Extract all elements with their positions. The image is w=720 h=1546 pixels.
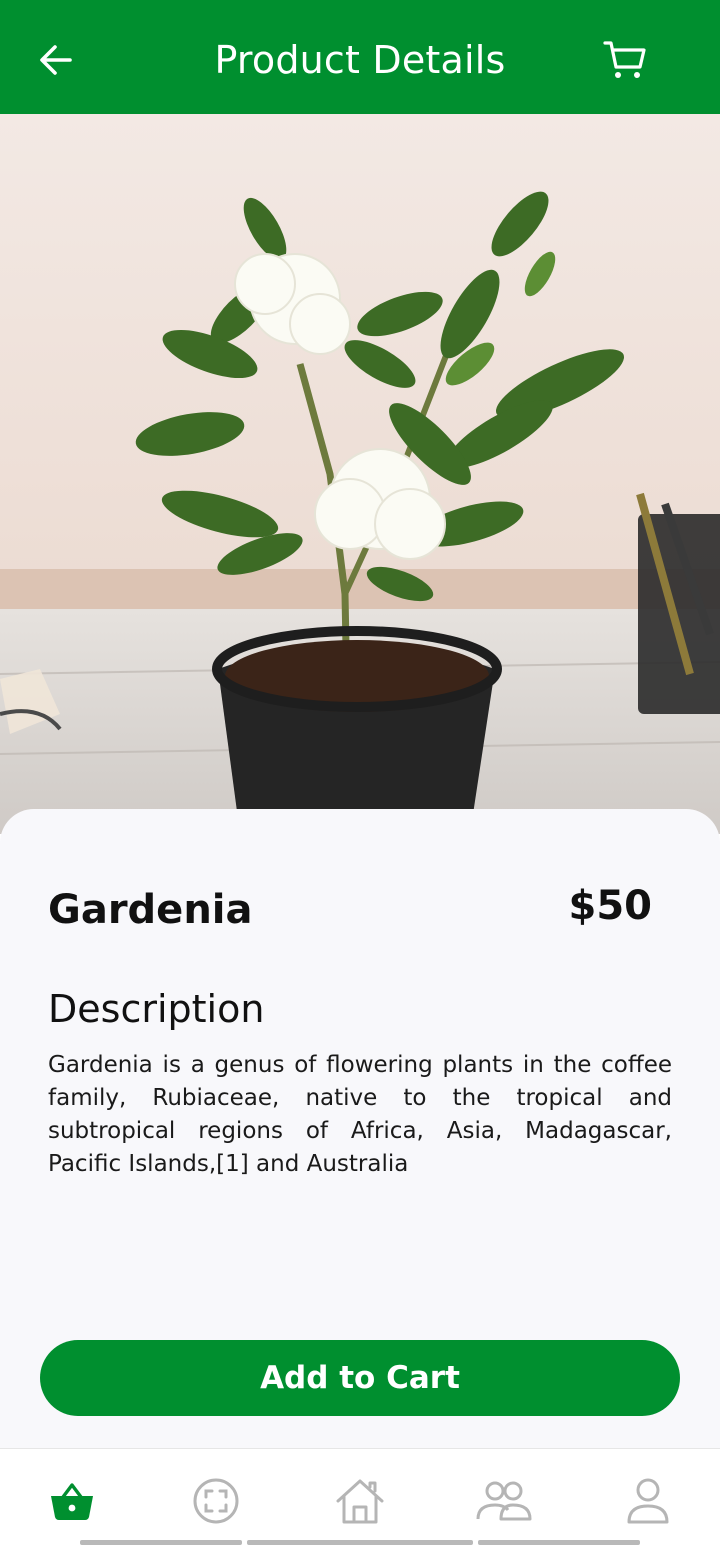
- product-name: Gardenia: [48, 887, 253, 933]
- nav-community[interactable]: [474, 1473, 534, 1529]
- add-to-cart-button[interactable]: Add to Cart: [40, 1340, 680, 1416]
- profile-icon: [627, 1478, 669, 1524]
- gesture-bar-center: [247, 1540, 473, 1545]
- bottom-nav: [0, 1448, 720, 1546]
- nav-scan[interactable]: [186, 1473, 246, 1529]
- product-image: [0, 114, 720, 834]
- community-icon: [476, 1481, 532, 1521]
- scan-icon: [193, 1478, 239, 1524]
- nav-profile[interactable]: [618, 1473, 678, 1529]
- description-heading: Description: [48, 987, 265, 1031]
- product-price: $50: [568, 883, 653, 929]
- cart-icon: [603, 41, 646, 78]
- basket-icon: [51, 1483, 93, 1520]
- gesture-bar-right: [478, 1540, 640, 1545]
- cart-button[interactable]: [598, 34, 652, 86]
- home-icon: [336, 1479, 384, 1524]
- app-bar: Product Details: [0, 0, 720, 114]
- gesture-bar-left: [80, 1540, 242, 1545]
- nav-basket[interactable]: [42, 1473, 102, 1529]
- nav-home[interactable]: [330, 1473, 390, 1529]
- description-text: Gardenia is a genus of flowering plants …: [48, 1052, 672, 1177]
- gardenia-plant-photo: [0, 114, 720, 834]
